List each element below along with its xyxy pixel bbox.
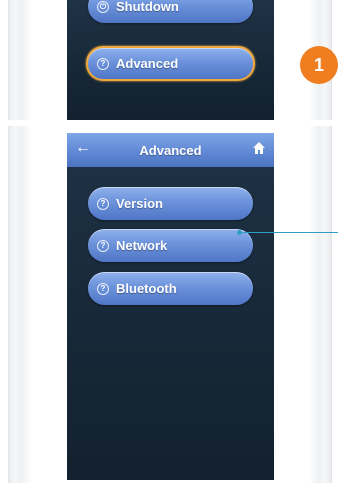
screen-header: ← Advanced xyxy=(67,133,274,167)
advanced-button[interactable]: ? Advanced xyxy=(86,46,255,81)
advanced-label: Advanced xyxy=(116,56,179,71)
info-icon: ? xyxy=(97,57,109,70)
info-icon: ? xyxy=(97,282,109,295)
callout-dot xyxy=(237,230,242,235)
network-button[interactable]: ? Network xyxy=(88,229,253,262)
bluetooth-button[interactable]: ? Bluetooth xyxy=(88,272,253,305)
power-icon: ⏻ xyxy=(97,0,109,13)
info-icon: ? xyxy=(97,239,109,252)
callout-line xyxy=(239,232,338,233)
main-menu-screen: ⏻ Shutdown ? Advanced xyxy=(67,0,274,120)
shutdown-label: Shutdown xyxy=(116,0,179,14)
version-button[interactable]: ? Version xyxy=(88,187,253,220)
info-icon: ? xyxy=(97,197,109,210)
screen-title: Advanced xyxy=(139,143,202,158)
home-icon[interactable] xyxy=(252,141,266,155)
version-label: Version xyxy=(116,196,163,211)
step-badge: 1 xyxy=(300,46,338,84)
bluetooth-label: Bluetooth xyxy=(116,281,177,296)
network-label: Network xyxy=(116,238,168,253)
shutdown-button[interactable]: ⏻ Shutdown xyxy=(88,0,253,23)
advanced-screen: ← Advanced ? Version ? Network ? Bluetoo… xyxy=(67,133,274,480)
